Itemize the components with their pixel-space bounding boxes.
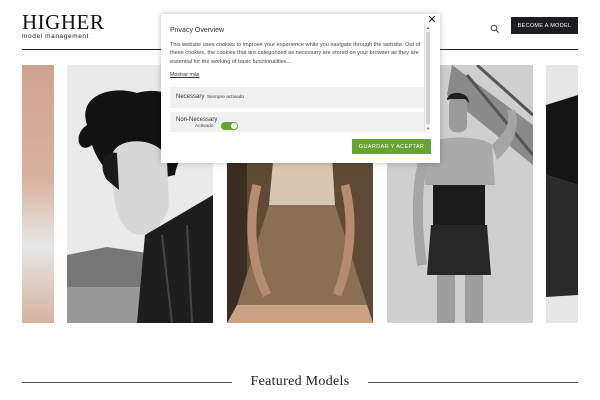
scroll-down-icon[interactable]: ▼ — [425, 126, 431, 131]
modal-scrollbar[interactable]: ▲ ▼ — [424, 24, 430, 132]
non-necessary-label: Non-Necessary — [176, 117, 218, 123]
modal-title: Privacy Overview — [170, 27, 225, 34]
model-photo-partial-right[interactable] — [546, 65, 578, 323]
necessary-status: Siempre activado — [207, 95, 245, 100]
non-necessary-status: Activado — [195, 124, 214, 129]
featured-models-heading: Featured Models — [250, 374, 350, 389]
logo-sub-text: model management — [22, 33, 90, 40]
show-more-link[interactable]: Mostrar más — [170, 72, 199, 78]
logo-main-text: HIGHER — [22, 10, 105, 34]
necessary-cookies-row[interactable]: Necessary Siempre activado — [170, 87, 424, 108]
featured-divider-left — [22, 382, 232, 383]
scroll-up-icon[interactable]: ▲ — [425, 25, 431, 30]
non-necessary-cookies-row[interactable]: Non-Necessary Activado — [170, 112, 424, 132]
necessary-label: Necessary — [176, 94, 205, 100]
header-divider-right — [440, 49, 578, 50]
scrollbar-thumb[interactable] — [426, 32, 430, 124]
featured-divider-right — [368, 382, 578, 383]
page: HIGHER model management BECOME A MODEL F… — [0, 0, 600, 400]
modal-description: This website uses cookies to improve you… — [170, 42, 421, 65]
non-necessary-toggle[interactable] — [221, 122, 238, 130]
model-photo-partial-left[interactable] — [22, 65, 54, 323]
cookie-consent-modal: ✕ Privacy Overview This website uses coo… — [161, 14, 440, 163]
save-and-accept-button[interactable]: GUARDAR Y ACEPTAR — [352, 139, 431, 154]
toggle-knob — [231, 123, 237, 129]
header-divider-left — [22, 49, 162, 50]
become-a-model-button[interactable]: BECOME A MODEL — [511, 17, 578, 34]
logo[interactable]: HIGHER model management — [22, 10, 105, 41]
search-icon[interactable] — [490, 21, 500, 33]
